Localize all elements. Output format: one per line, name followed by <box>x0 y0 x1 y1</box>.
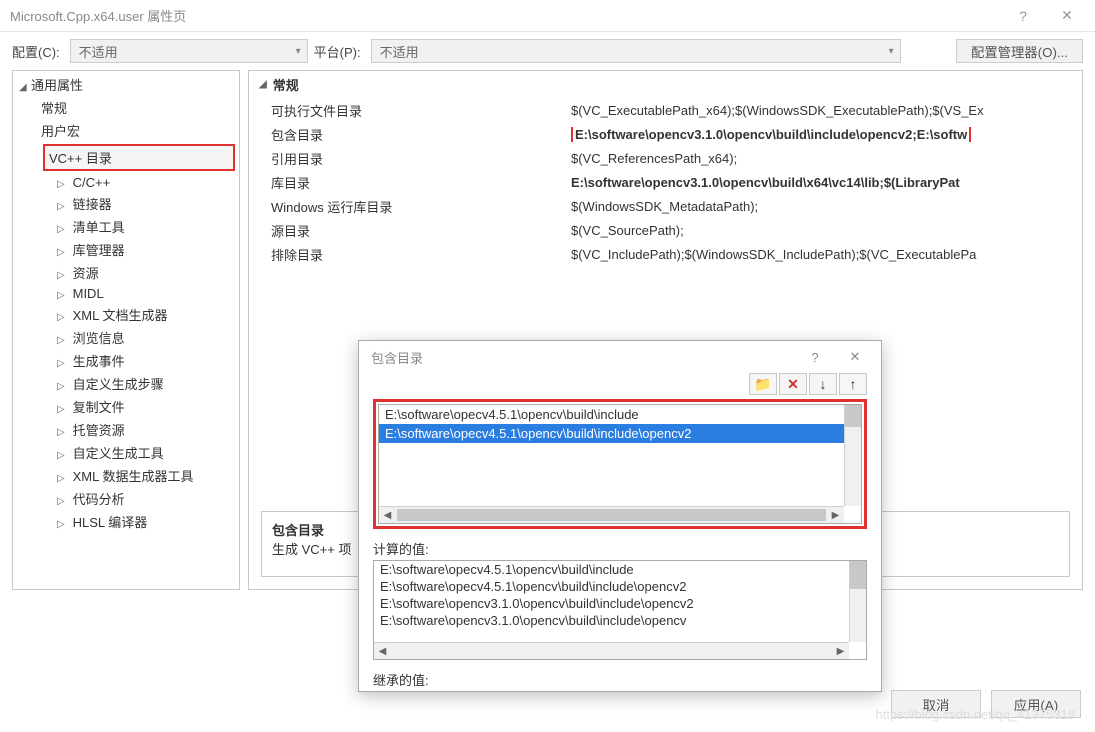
expand-icon: ◢ <box>19 82 31 93</box>
computed-list: E:\software\opecv4.5.1\opencv\build\incl… <box>373 560 867 660</box>
tree-item[interactable]: ▷ XML 文档生成器 <box>13 303 239 326</box>
tree-item[interactable]: ▷ 代码分析 <box>13 487 239 510</box>
property-row[interactable]: 库目录E:\software\opencv3.1.0\opencv\build\… <box>271 170 1082 194</box>
dialog-titlebar: 包含目录 ? ✕ <box>359 341 881 373</box>
property-row[interactable]: 引用目录$(VC_ReferencesPath_x64); <box>271 146 1082 170</box>
scroll-left-icon[interactable]: ◀ <box>379 507 396 524</box>
vertical-scrollbar[interactable] <box>849 561 866 642</box>
property-row[interactable]: 排除目录$(VC_IncludePath);$(WindowsSDK_Inclu… <box>271 242 1082 266</box>
computed-label: 计算的值: <box>373 539 867 558</box>
tree-item[interactable]: ▷ HLSL 编译器 <box>13 510 239 533</box>
window-title: Microsoft.Cpp.x64.user 属性页 <box>10 6 1001 25</box>
property-label: 排除目录 <box>271 245 571 264</box>
property-value: $(WindowsSDK_MetadataPath); <box>571 199 1082 214</box>
property-label: 可执行文件目录 <box>271 101 571 120</box>
property-row[interactable]: 包含目录E:\software\opencv3.1.0\opencv\build… <box>271 122 1082 146</box>
tree-item[interactable]: ▷ 清单工具 <box>13 215 239 238</box>
tree-item-selected[interactable]: VC++ 目录 <box>43 144 235 171</box>
property-value: E:\software\opencv3.1.0\opencv\build\inc… <box>571 127 1082 142</box>
property-value: E:\software\opencv3.1.0\opencv\build\x64… <box>571 175 1082 190</box>
property-row[interactable]: Windows 运行库目录$(WindowsSDK_MetadataPath); <box>271 194 1082 218</box>
platform-label: 平台(P): <box>314 42 361 61</box>
content-header-label: 常规 <box>273 75 299 94</box>
dialog-help-button[interactable]: ? <box>795 343 835 371</box>
tree-item[interactable]: ▷ 链接器 <box>13 192 239 215</box>
chevron-down-icon: ▾ <box>296 46 301 57</box>
tree-item[interactable]: ▷ MIDL <box>13 284 239 303</box>
scrollbar-thumb[interactable] <box>845 405 861 427</box>
scrollbar-track[interactable] <box>397 509 826 521</box>
config-label: 配置(C): <box>12 42 60 61</box>
property-label: Windows 运行库目录 <box>271 197 571 216</box>
property-label: 源目录 <box>271 221 571 240</box>
tree-item[interactable]: ▷ 自定义生成步骤 <box>13 372 239 395</box>
inherited-label: 继承的值: <box>373 670 867 689</box>
include-dirs-dialog: 包含目录 ? ✕ 📁 ✕ ↓ ↑ E:\software\opecv4.5.1\… <box>358 340 882 692</box>
tree: ◢通用属性 常规用户宏VC++ 目录 ▷ C/C++▷ 链接器▷ 清单工具▷ 库管… <box>13 71 239 535</box>
vertical-scrollbar[interactable] <box>844 405 861 506</box>
property-grid: 可执行文件目录$(VC_ExecutablePath_x64);$(Window… <box>249 98 1082 266</box>
horizontal-scrollbar[interactable]: ◀ ▶ <box>374 642 849 659</box>
dialog-close-button[interactable]: ✕ <box>835 343 875 371</box>
expand-icon: ◢ <box>259 79 267 90</box>
property-label: 引用目录 <box>271 149 571 168</box>
folder-new-icon[interactable]: 📁 <box>749 373 777 395</box>
tree-item[interactable]: ▷ 托管资源 <box>13 418 239 441</box>
list-item: E:\software\opecv4.5.1\opencv\build\incl… <box>374 578 866 595</box>
property-value: $(VC_IncludePath);$(WindowsSDK_IncludePa… <box>571 247 1082 262</box>
tree-item[interactable]: ▷ 生成事件 <box>13 349 239 372</box>
content-header[interactable]: ◢ 常规 <box>249 71 1082 98</box>
property-value: $(VC_SourcePath); <box>571 223 1082 238</box>
tree-item[interactable]: ▷ 库管理器 <box>13 238 239 261</box>
scrollbar-thumb[interactable] <box>850 561 866 589</box>
watermark: https://blog.csdn.net/qq_41375318 <box>876 707 1076 722</box>
config-value: 不适用 <box>79 42 118 61</box>
list-item: E:\software\opecv4.5.1\opencv\build\incl… <box>374 561 866 578</box>
tree-item[interactable]: ▷ XML 数据生成器工具 <box>13 464 239 487</box>
scroll-right-icon[interactable]: ▶ <box>827 507 844 524</box>
list-item[interactable]: E:\software\opecv4.5.1\opencv\build\incl… <box>379 424 861 443</box>
chevron-down-icon: ▾ <box>889 46 894 57</box>
property-label: 包含目录 <box>271 125 571 144</box>
tree-root[interactable]: ◢通用属性 <box>13 73 239 96</box>
tree-item[interactable]: ▷ 浏览信息 <box>13 326 239 349</box>
platform-combo[interactable]: 不适用 ▾ <box>371 39 901 63</box>
tree-item[interactable]: ▷ 资源 <box>13 261 239 284</box>
list-item[interactable]: E:\software\opecv4.5.1\opencv\build\incl… <box>379 405 861 424</box>
help-button[interactable]: ? <box>1001 1 1045 31</box>
list-item: E:\software\opencv3.1.0\opencv\build\inc… <box>374 612 866 629</box>
platform-value: 不适用 <box>380 42 419 61</box>
scroll-left-icon[interactable]: ◀ <box>374 643 391 660</box>
toolbar: 配置(C): 不适用 ▾ 平台(P): 不适用 ▾ 配置管理器(O)... <box>0 32 1095 70</box>
dialog-list-highlight: E:\software\opecv4.5.1\opencv\build\incl… <box>373 399 867 529</box>
property-label: 库目录 <box>271 173 571 192</box>
config-combo[interactable]: 不适用 ▾ <box>70 39 308 63</box>
tree-item[interactable]: ▷ 自定义生成工具 <box>13 441 239 464</box>
property-row[interactable]: 可执行文件目录$(VC_ExecutablePath_x64);$(Window… <box>271 98 1082 122</box>
tree-item[interactable]: 常规 <box>13 96 239 119</box>
scrollbar-track[interactable] <box>391 648 832 654</box>
dialog-toolbar: 📁 ✕ ↓ ↑ <box>359 373 881 399</box>
tree-panel: ◢通用属性 常规用户宏VC++ 目录 ▷ C/C++▷ 链接器▷ 清单工具▷ 库管… <box>12 70 240 590</box>
property-value: $(VC_ReferencesPath_x64); <box>571 151 1082 166</box>
titlebar: Microsoft.Cpp.x64.user 属性页 ? ✕ <box>0 0 1095 32</box>
move-up-icon[interactable]: ↑ <box>839 373 867 395</box>
tree-item[interactable]: ▷ 复制文件 <box>13 395 239 418</box>
close-button[interactable]: ✕ <box>1045 1 1089 31</box>
move-down-icon[interactable]: ↓ <box>809 373 837 395</box>
tree-item[interactable]: ▷ C/C++ <box>13 173 239 192</box>
config-manager-button[interactable]: 配置管理器(O)... <box>956 39 1083 63</box>
list-item: E:\software\opencv3.1.0\opencv\build\inc… <box>374 595 866 612</box>
property-value: $(VC_ExecutablePath_x64);$(WindowsSDK_Ex… <box>571 103 1082 118</box>
tree-item[interactable]: 用户宏 <box>13 119 239 142</box>
dialog-title: 包含目录 <box>371 348 795 367</box>
horizontal-scrollbar[interactable]: ◀ ▶ <box>379 506 844 523</box>
scroll-right-icon[interactable]: ▶ <box>832 643 849 660</box>
dialog-list[interactable]: E:\software\opecv4.5.1\opencv\build\incl… <box>378 404 862 524</box>
delete-icon[interactable]: ✕ <box>779 373 807 395</box>
property-row[interactable]: 源目录$(VC_SourcePath); <box>271 218 1082 242</box>
